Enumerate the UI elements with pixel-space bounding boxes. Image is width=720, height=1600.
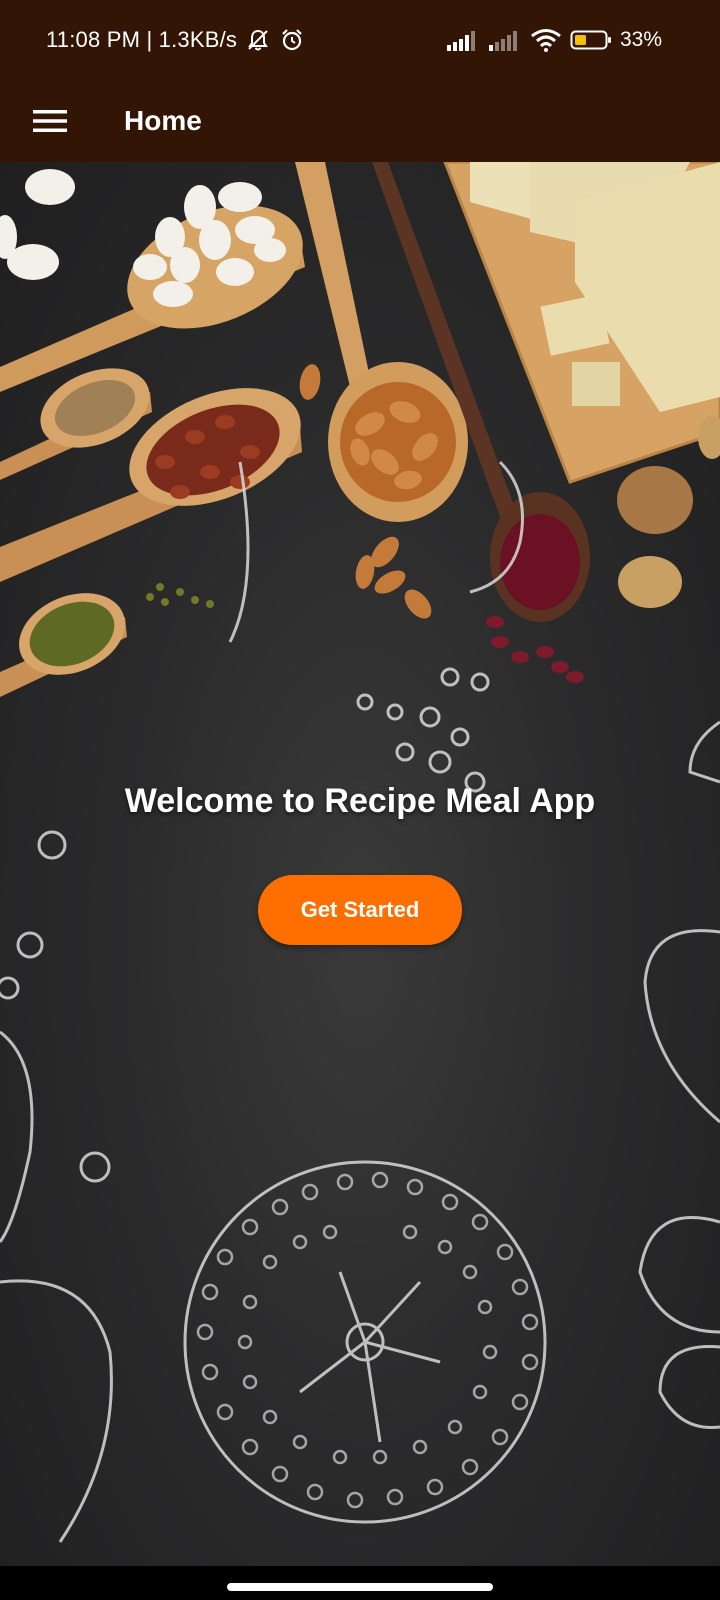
get-started-button[interactable]: Get Started (258, 875, 462, 945)
status-bar: 11:08 PM | 1.3KB/s 33% (0, 0, 720, 80)
status-right: 33% (446, 24, 662, 56)
page-title: Home (124, 105, 202, 136)
alarm-icon (282, 29, 302, 51)
battery-percentage: 33% (619, 28, 662, 51)
hamburger-menu-icon (33, 110, 67, 132)
status-left: 11:08 PM | 1.3KB/s (46, 24, 305, 56)
app-bar: Home (0, 80, 720, 162)
food-background-image (0, 162, 720, 1543)
hero-section: Welcome to Recipe Meal App Get Started (0, 162, 720, 1566)
welcome-heading: Welcome to Recipe Meal App (124, 782, 596, 820)
system-navigation-bar (0, 1566, 720, 1600)
menu-button[interactable] (22, 93, 78, 149)
signal-icon (446, 31, 475, 51)
battery-icon (570, 30, 611, 50)
muted-bell-icon (248, 29, 268, 51)
home-gesture-handle[interactable] (227, 1583, 493, 1591)
wifi-icon (531, 29, 561, 52)
signal-icon (488, 31, 517, 51)
status-time-speed: 11:08 PM | 1.3KB/s (46, 27, 238, 52)
